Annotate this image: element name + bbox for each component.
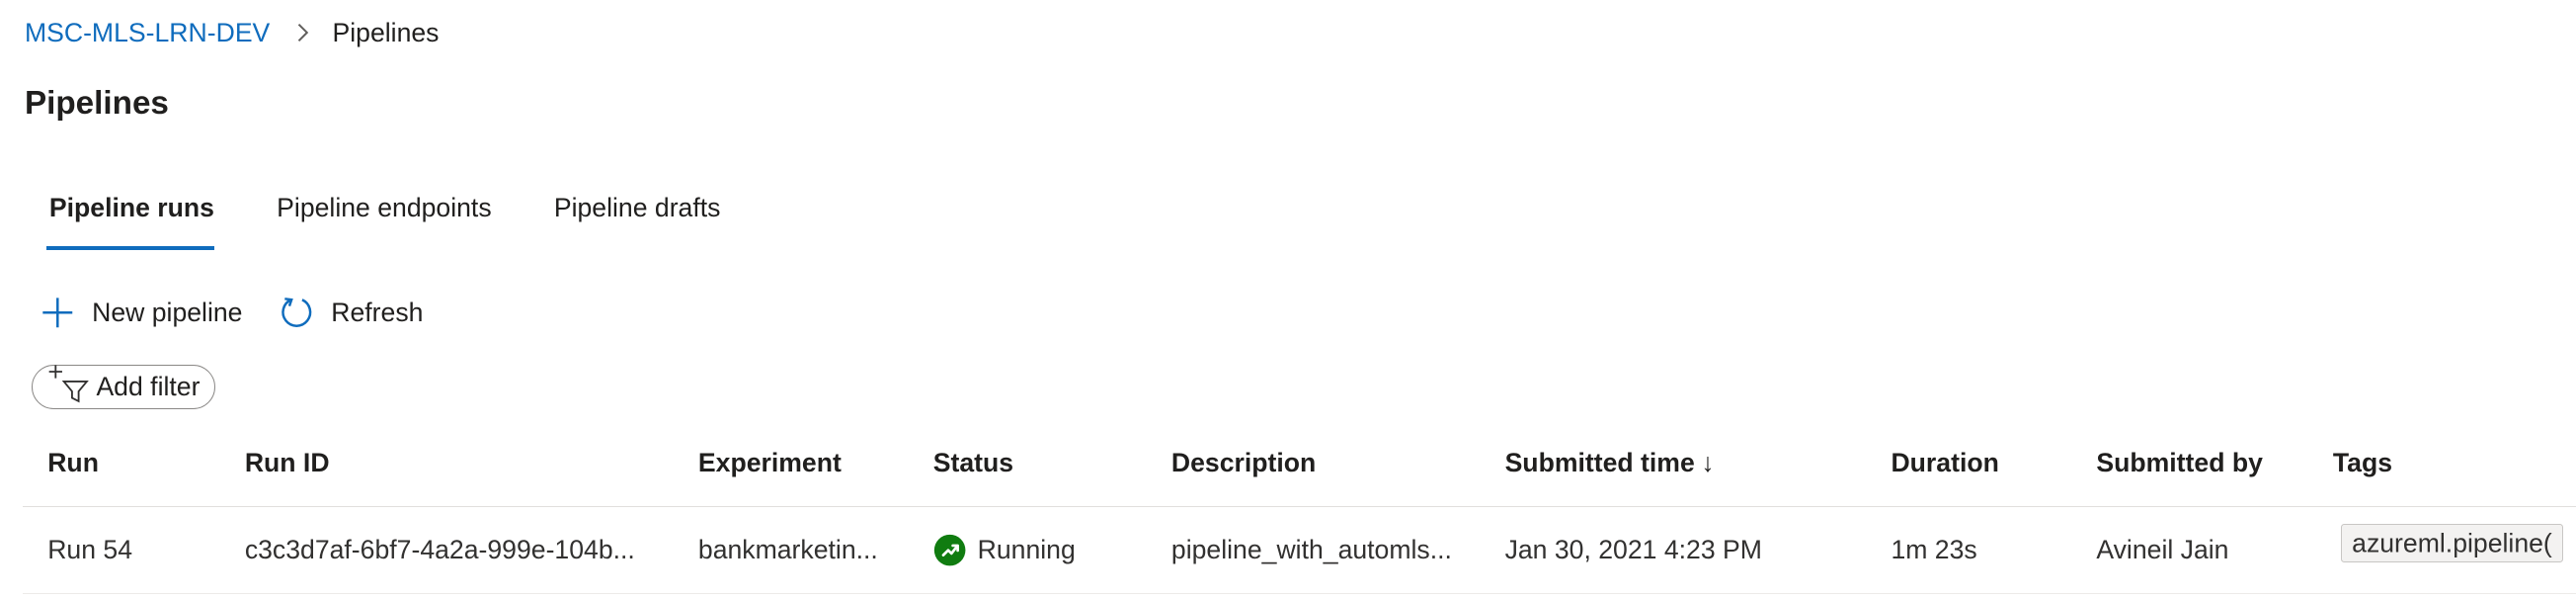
run-link[interactable]: Run 54 [47,534,132,566]
table-header: Run Run ID Experiment Status Description… [23,434,2576,508]
pipelines-page: MSC-MLS-LRN-DEV Pipelines Pipelines Pipe… [0,0,2576,598]
refresh-icon [279,295,315,331]
new-pipeline-button[interactable]: New pipeline [40,295,243,331]
status-label: Running [977,534,1076,564]
new-pipeline-label: New pipeline [92,297,243,327]
submitted-time-cell: Jan 30, 2021 4:23 PM [1504,534,1762,564]
breadcrumb-workspace-link[interactable]: MSC-MLS-LRN-DEV [25,18,270,48]
column-header-run[interactable]: Run [47,447,99,479]
column-header-status[interactable]: Status [933,447,1013,479]
command-bar: New pipeline Refresh [40,290,459,336]
column-header-duration[interactable]: Duration [1891,447,1998,479]
submitted-time-header-label: Submitted time [1504,448,1695,478]
duration-cell: 1m 23s [1891,534,1977,564]
column-header-experiment[interactable]: Experiment [698,447,842,479]
refresh-button[interactable]: Refresh [279,295,423,331]
run-id-link[interactable]: c3c3d7af-6bf7-4a2a-999e-104b... [245,534,635,566]
table-row[interactable]: Run 54 c3c3d7af-6bf7-4a2a-999e-104b... b… [23,507,2576,594]
refresh-label: Refresh [331,297,424,327]
tag-chip[interactable]: azureml.pipeline( [2341,523,2563,562]
tab-list: Pipeline runs Pipeline endpoints Pipelin… [45,184,780,253]
tags-cell: azureml.pipeline( [2341,523,2563,562]
description-cell: pipeline_with_automls... [1170,534,1452,564]
sort-descending-icon: ↓ [1701,448,1715,478]
add-filter-label: Add filter [96,372,201,402]
pipeline-runs-table: Run Run ID Experiment Status Description… [23,434,2576,594]
tab-pipeline-endpoints[interactable]: Pipeline endpoints [274,184,491,253]
add-filter-button[interactable]: Add filter [31,362,215,410]
submitted-by-cell: Avineil Jain [2096,534,2229,564]
column-header-tags[interactable]: Tags [2333,447,2392,479]
running-status-icon [933,534,966,566]
page-title: Pipelines [24,85,169,123]
breadcrumb: MSC-MLS-LRN-DEV Pipelines [25,15,440,51]
plus-icon [40,295,76,331]
column-header-submitted-time[interactable]: Submitted time ↓ [1505,447,1715,479]
breadcrumb-current: Pipelines [332,17,440,47]
column-header-run-id[interactable]: Run ID [245,447,330,479]
experiment-link[interactable]: bankmarketin... [698,534,878,566]
tab-pipeline-runs[interactable]: Pipeline runs [45,184,215,253]
add-filter-icon [47,362,90,404]
column-header-submitted-by[interactable]: Submitted by [2096,447,2263,479]
status-cell: Running [933,534,1076,566]
chevron-right-icon [296,23,309,43]
tab-pipeline-drafts[interactable]: Pipeline drafts [551,184,721,253]
column-header-description[interactable]: Description [1171,447,1316,479]
